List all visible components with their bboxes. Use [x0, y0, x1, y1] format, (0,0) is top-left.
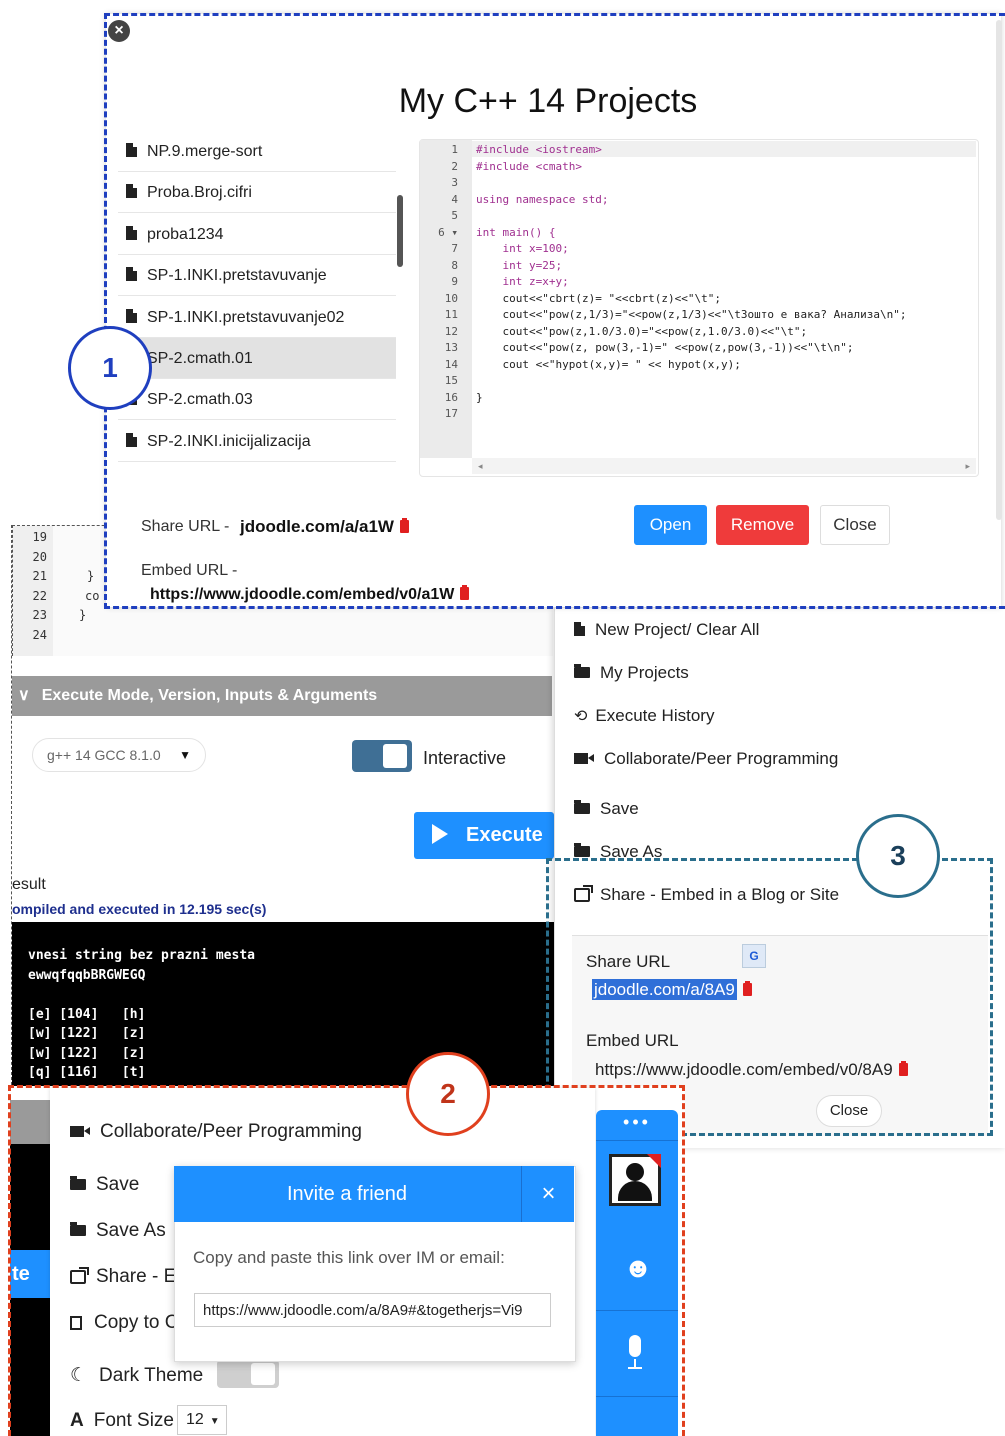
terminal-line: [w] [122] [z] [28, 1026, 146, 1041]
video-camera-icon [574, 753, 594, 764]
callout-1: 1 [68, 326, 152, 410]
result-label: esult [12, 876, 46, 893]
caret-down-icon: ▼ [179, 748, 191, 762]
callout-3: 3 [856, 814, 940, 898]
bg-code-line: } [79, 608, 87, 622]
bg-line-number: 21 [32, 569, 47, 583]
menu-execute-history[interactable]: ⟲ Execute History [574, 706, 714, 726]
terminal-line: [q] [116] [t] [28, 1065, 146, 1080]
terminal-line: vnesi string bez prazni mesta [28, 948, 255, 963]
version-select[interactable]: g++ 14 GCC 8.1.0 ▼ [32, 738, 206, 772]
menu-collaborate[interactable]: Collaborate/Peer Programming [574, 749, 838, 769]
menu-my-projects[interactable]: My Projects [574, 663, 689, 683]
terminal-line: [e] [104] [h] [28, 1006, 146, 1022]
callout-box-1 [104, 13, 1005, 609]
file-icon [574, 622, 585, 636]
menu-save[interactable]: Save [574, 799, 639, 819]
bg-code-line: co [85, 588, 100, 603]
callout-box-2 [8, 1085, 685, 1436]
folder-icon [574, 664, 590, 678]
callout-2: 2 [406, 1052, 490, 1136]
play-icon [432, 824, 448, 844]
folder-icon [574, 800, 590, 814]
execute-label: Execute [466, 824, 543, 846]
menu-new-project[interactable]: New Project/ Clear All [574, 620, 759, 640]
terminal-line: [w] [122] [z] [28, 1045, 146, 1061]
interactive-toggle[interactable] [352, 740, 412, 772]
compile-status: ompiled and executed in 12.195 sec(s) [12, 901, 267, 917]
folder-icon [574, 843, 590, 857]
bg-line-number: 24 [32, 627, 47, 642]
interactive-label: Interactive [423, 748, 507, 768]
execute-button[interactable]: Execute [414, 812, 554, 859]
execute-mode-title: Execute Mode, Version, Inputs & Argument… [41, 687, 378, 704]
version-value: g++ 14 GCC 8.1.0 [47, 747, 161, 763]
history-icon: ⟲ [574, 708, 588, 725]
chevron-down-icon: ∨ [18, 687, 30, 704]
bg-line-number: 23 [32, 608, 47, 622]
bg-line-number: 20 [32, 549, 47, 564]
terminal-line: ewwqfqqbBRGWEGQ [28, 967, 146, 983]
bg-line-number: 22 [32, 588, 47, 603]
bg-code-line: } [87, 569, 95, 583]
bg-line-number: 19 [32, 530, 47, 544]
execute-mode-header[interactable]: ∨ Execute Mode, Version, Inputs & Argumen… [12, 676, 552, 716]
